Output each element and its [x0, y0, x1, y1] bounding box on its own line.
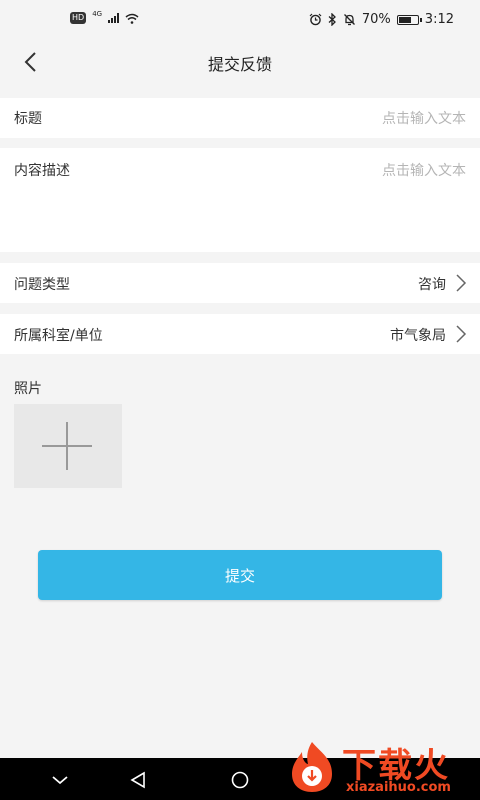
wifi-icon: [125, 13, 139, 24]
content-label: 内容描述: [14, 163, 70, 179]
plus-icon-vertical: [66, 422, 68, 470]
triangle-back-icon: [130, 771, 145, 789]
status-left: HD 4G: [70, 10, 139, 24]
signal-icon: [108, 13, 120, 23]
bluetooth-icon: [328, 13, 336, 26]
battery-percent: 70%: [361, 12, 391, 27]
mute-icon: [343, 14, 355, 26]
department-row[interactable]: 所属科室/单位 市气象局: [0, 314, 480, 354]
network-type: 4G: [92, 10, 103, 18]
problem-type-label: 问题类型: [14, 277, 70, 293]
nav-collapse-button[interactable]: [48, 768, 72, 792]
title-field[interactable]: 标题 点击输入文本: [0, 98, 480, 138]
title-input[interactable]: 点击输入文本: [382, 108, 466, 128]
page-title: 提交反馈: [207, 55, 272, 74]
status-bar: HD 4G 70% 3:12: [0, 0, 480, 40]
hd-badge: HD: [70, 12, 87, 24]
problem-type-value: 咨询: [418, 277, 446, 293]
submit-button[interactable]: 提交: [38, 550, 442, 600]
add-photo-button[interactable]: [14, 404, 122, 488]
nav-back-button[interactable]: [126, 768, 150, 792]
clock: 3:12: [424, 12, 454, 27]
watermark-logo: 下载火 xiazaihuo.com: [282, 736, 480, 800]
status-right: 70% 3:12: [309, 12, 454, 27]
nav-home-button[interactable]: [228, 768, 252, 792]
watermark-url: xiazaihuo.com: [346, 780, 451, 795]
nav-header: 提交反馈: [0, 40, 480, 84]
title-label: 标题: [14, 111, 42, 127]
circle-home-icon: [231, 771, 249, 789]
battery-icon: [396, 14, 422, 25]
alarm-icon: [309, 13, 322, 26]
content-field[interactable]: 内容描述 点击输入文本: [0, 148, 480, 252]
photo-label: 照片: [14, 381, 42, 397]
department-label: 所属科室/单位: [14, 328, 103, 344]
content-input[interactable]: 点击输入文本: [382, 160, 466, 180]
flame-logo-icon: [292, 742, 332, 792]
chevron-right-icon: [456, 274, 467, 292]
problem-type-row[interactable]: 问题类型 咨询: [0, 263, 480, 303]
department-value: 市气象局: [390, 328, 446, 344]
chevron-right-icon: [456, 325, 467, 343]
chevron-down-icon: [52, 776, 68, 785]
